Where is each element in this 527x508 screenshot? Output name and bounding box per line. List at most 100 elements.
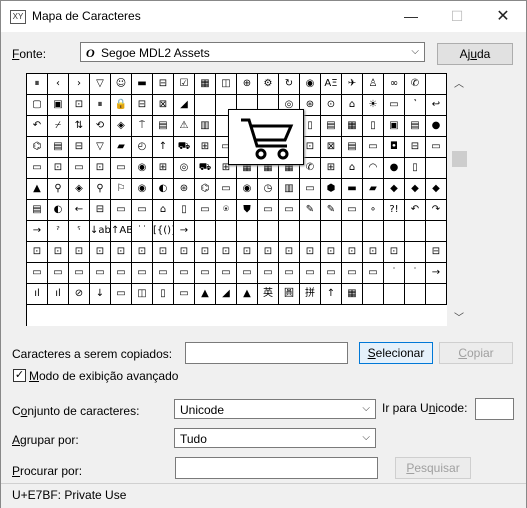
char-cell[interactable] — [279, 221, 300, 242]
char-cell[interactable]: ▭ — [363, 263, 384, 284]
char-cell[interactable]: ↓abc — [90, 221, 111, 242]
char-cell[interactable] — [216, 221, 237, 242]
char-cell[interactable]: ⊟ — [90, 200, 111, 221]
char-cell[interactable]: ⊡ — [174, 242, 195, 263]
char-cell[interactable]: ▭ — [321, 263, 342, 284]
char-cell[interactable]: ◢ — [216, 284, 237, 305]
char-cell[interactable] — [426, 284, 447, 305]
char-cell[interactable]: ↩ — [426, 95, 447, 116]
char-cell[interactable]: ◠ — [363, 158, 384, 179]
char-cell[interactable]: ▯ — [363, 116, 384, 137]
goto-unicode-field[interactable] — [475, 398, 514, 420]
char-cell[interactable]: ▭ — [279, 200, 300, 221]
char-cell[interactable]: 圓 — [279, 284, 300, 305]
advanced-view-checkbox[interactable]: ✓ — [13, 369, 26, 382]
search-input[interactable] — [175, 457, 378, 479]
char-cell[interactable] — [426, 221, 447, 242]
char-cell[interactable]: ▭ — [237, 263, 258, 284]
group-select[interactable]: Tudo ⌵ — [174, 428, 376, 448]
char-cell[interactable]: ?! — [384, 200, 405, 221]
char-cell[interactable]: ↑ — [321, 284, 342, 305]
char-cell[interactable]: 英 — [258, 284, 279, 305]
char-cell[interactable]: ◈ — [69, 179, 90, 200]
char-cell[interactable]: ⊡ — [90, 242, 111, 263]
char-cell[interactable]: ◆ — [384, 179, 405, 200]
char-cell[interactable]: ▤ — [153, 116, 174, 137]
char-cell[interactable]: ▭ — [300, 263, 321, 284]
char-cell[interactable]: ♙ — [363, 74, 384, 95]
char-cell[interactable]: ▣ — [48, 95, 69, 116]
char-cell[interactable]: ▯ — [174, 200, 195, 221]
char-cell[interactable]: ✎ — [300, 200, 321, 221]
char-cell[interactable]: ⬢ — [321, 179, 342, 200]
char-cell[interactable]: ▦ — [195, 74, 216, 95]
char-cell[interactable]: ⛟ — [195, 158, 216, 179]
char-cell[interactable]: ▭ — [90, 263, 111, 284]
char-cell[interactable]: ↑ABC — [111, 221, 132, 242]
char-cell[interactable]: ▭ — [258, 263, 279, 284]
char-cell[interactable]: ▰ — [363, 179, 384, 200]
char-cell[interactable] — [300, 221, 321, 242]
char-cell[interactable]: ◎ — [174, 158, 195, 179]
char-cell[interactable]: ⊡ — [342, 242, 363, 263]
char-cell[interactable]: ▯ — [153, 284, 174, 305]
char-cell[interactable]: ▭ — [27, 263, 48, 284]
char-cell[interactable]: ⊡ — [69, 242, 90, 263]
char-cell[interactable]: 🔒 — [111, 95, 132, 116]
char-cell[interactable]: ◫ — [216, 74, 237, 95]
char-cell[interactable]: ▥ — [279, 179, 300, 200]
copy-button[interactable]: Copiar — [439, 342, 513, 364]
char-cell[interactable]: ˙ — [405, 263, 426, 284]
char-cell[interactable]: ◢ — [174, 95, 195, 116]
char-cell[interactable]: ⊕ — [237, 74, 258, 95]
char-cell[interactable]: › — [69, 74, 90, 95]
close-button[interactable]: ✕ — [480, 1, 526, 32]
char-cell[interactable]: ▢ — [27, 95, 48, 116]
charset-select[interactable]: Unicode ⌵ — [174, 399, 376, 419]
char-cell[interactable]: ▭ — [384, 95, 405, 116]
char-cell[interactable]: AΞ — [321, 74, 342, 95]
char-cell[interactable]: ⊡ — [258, 242, 279, 263]
char-cell[interactable]: ▭ — [111, 200, 132, 221]
char-cell[interactable]: ▲ — [237, 284, 258, 305]
char-cell[interactable]: ⊠ — [153, 95, 174, 116]
char-cell[interactable]: ▲ — [27, 179, 48, 200]
char-cell[interactable]: ⊡ — [69, 95, 90, 116]
char-cell[interactable]: ↻ — [279, 74, 300, 95]
char-cell[interactable]: ∘ — [363, 200, 384, 221]
char-cell[interactable]: ▭ — [174, 284, 195, 305]
char-cell[interactable]: ⊞ — [153, 158, 174, 179]
char-cell[interactable]: 拼 — [300, 284, 321, 305]
char-cell[interactable]: ▭ — [69, 263, 90, 284]
char-cell[interactable]: ⊡ — [321, 242, 342, 263]
char-cell[interactable]: ▭ — [216, 179, 237, 200]
char-cell[interactable]: ⊟ — [426, 242, 447, 263]
char-cell[interactable]: ⊟ — [153, 74, 174, 95]
char-cell[interactable]: ˙˙ — [132, 221, 153, 242]
char-cell[interactable]: ▭ — [132, 200, 153, 221]
char-cell[interactable]: ⊙ — [321, 95, 342, 116]
char-cell[interactable]: ⊡ — [48, 242, 69, 263]
char-cell[interactable]: ▭ — [258, 200, 279, 221]
search-button[interactable]: Pesquisar — [395, 457, 471, 479]
char-cell[interactable]: ▭ — [342, 200, 363, 221]
char-cell[interactable]: ⍟ — [216, 200, 237, 221]
char-cell[interactable] — [258, 221, 279, 242]
char-cell[interactable]: ‹ — [48, 74, 69, 95]
char-cell[interactable]: ⊡ — [216, 242, 237, 263]
copy-field[interactable] — [185, 342, 348, 364]
char-cell[interactable]: ⍑ — [132, 116, 153, 137]
char-cell[interactable]: ▭ — [300, 179, 321, 200]
font-select[interactable]: O Segoe MDL2 Assets ⌵ — [80, 42, 425, 62]
char-cell[interactable]: ⏸ — [27, 74, 48, 95]
char-cell[interactable]: ⊠ — [321, 137, 342, 158]
char-cell[interactable]: ◆ — [405, 179, 426, 200]
char-cell[interactable]: ✈ — [342, 74, 363, 95]
char-cell[interactable]: ▦ — [342, 116, 363, 137]
char-cell[interactable]: ⊡ — [363, 242, 384, 263]
char-cell[interactable]: ▲ — [195, 284, 216, 305]
char-cell[interactable]: ⌬ — [195, 179, 216, 200]
char-cell[interactable]: ▤ — [342, 137, 363, 158]
char-cell[interactable]: ⚲ — [48, 179, 69, 200]
char-cell[interactable]: ⌿ — [48, 116, 69, 137]
